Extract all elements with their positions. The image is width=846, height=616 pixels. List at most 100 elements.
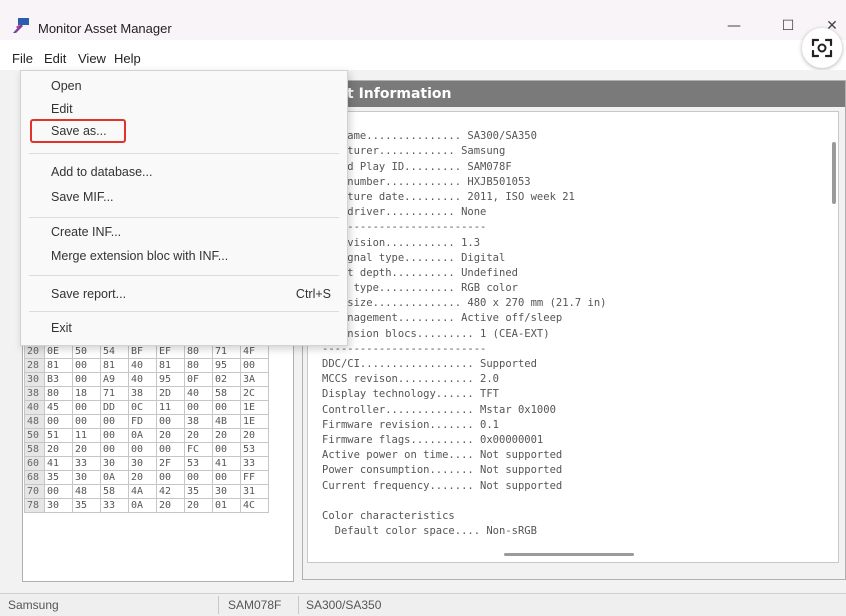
hex-byte: 00	[184, 400, 213, 415]
menu-item-open[interactable]: Open	[51, 79, 82, 93]
info-line	[322, 494, 606, 509]
hex-byte: 00	[212, 442, 241, 457]
hex-byte: BF	[128, 344, 157, 359]
hex-byte: 00	[44, 414, 73, 429]
horizontal-scrollbar[interactable]	[504, 553, 634, 556]
hex-byte: 33	[72, 456, 101, 471]
hex-byte: 00	[156, 470, 185, 485]
hex-byte: 2D	[156, 386, 185, 401]
menu-separator	[29, 275, 339, 276]
hex-byte: 58	[212, 386, 241, 401]
hex-byte: 20	[72, 442, 101, 457]
hex-byte: FC	[184, 442, 213, 457]
menu-edit[interactable]: Edit	[44, 51, 66, 66]
hex-offset: 40	[24, 400, 45, 415]
monitor-app-icon	[13, 18, 29, 33]
hex-byte: 48	[72, 484, 101, 499]
info-line: Active power on time.... Not supported	[322, 449, 563, 462]
minimize-button[interactable]: —	[716, 12, 752, 40]
hex-byte: 40	[128, 358, 157, 373]
menu-item-save-report[interactable]: Save report...	[51, 287, 126, 301]
menu-item-create-inf[interactable]: Create INF...	[51, 225, 121, 239]
hex-byte: 0C	[128, 400, 157, 415]
hex-byte: 30	[128, 456, 157, 471]
info-line: Controller.............. Mstar 0x1000	[322, 403, 556, 416]
maximize-button[interactable]: ☐	[770, 12, 806, 40]
title-bar: Monitor Asset Manager — ☐ ✕	[0, 0, 846, 40]
hex-byte: 45	[44, 400, 73, 415]
hex-byte: 00	[156, 442, 185, 457]
hex-byte: 51	[44, 428, 73, 443]
hex-row: 38 80 18 71 38 2D 40 58 2C	[24, 386, 269, 401]
hex-byte: 00	[128, 442, 157, 457]
menu-item-edit[interactable]: Edit	[51, 102, 73, 116]
edid-hex-table: 20 0E 50 54 BF EF 80 71 4F 28 81 00 81 40 81 80 95 00 30 B3…	[24, 344, 269, 513]
menu-item-exit[interactable]: Exit	[51, 321, 72, 335]
menu-help[interactable]: Help	[114, 51, 141, 66]
hex-byte: 0A	[128, 428, 157, 443]
file-menu-dropdown: Open Edit Save as... Add to database... …	[20, 70, 348, 346]
hex-row: 28 81 00 81 40 81 80 95 00	[24, 358, 269, 373]
hex-offset: 58	[24, 442, 45, 457]
hex-byte: 11	[72, 428, 101, 443]
info-line: el name............... SA300/SA350	[322, 130, 537, 143]
info-line: or	[322, 114, 606, 129]
info-line: r bit depth.......... Undefined	[322, 266, 518, 279]
hex-byte: 71	[212, 344, 241, 359]
hex-row: 60 41 33 30 30 2F 53 41 33	[24, 456, 269, 471]
hex-byte: 20	[44, 442, 73, 457]
menu-item-add-to-database[interactable]: Add to database...	[51, 165, 152, 179]
hex-row: 58 20 20 00 00 00 FC 00 53	[24, 442, 269, 457]
hex-byte: 41	[212, 456, 241, 471]
menu-bar: File Edit View Help	[0, 48, 846, 70]
menu-separator	[29, 217, 339, 218]
hex-byte: 4C	[240, 498, 269, 513]
info-panel-content[interactable]: orel name............... SA300/SA350 ufac…	[307, 111, 839, 563]
hex-byte: 30	[100, 456, 129, 471]
hex-byte: 54	[100, 344, 129, 359]
menu-separator	[29, 153, 339, 154]
hex-byte: 80	[44, 386, 73, 401]
menu-item-merge-extension[interactable]: Merge extension bloc with INF...	[51, 249, 228, 263]
hex-row: 30 B3 00 A9 40 95 0F 02 3A	[24, 372, 269, 387]
hex-byte: 00	[44, 484, 73, 499]
hex-byte: 20	[128, 470, 157, 485]
hex-byte: FF	[240, 470, 269, 485]
hex-byte: 00	[100, 442, 129, 457]
hex-byte: 01	[212, 498, 241, 513]
hex-byte: EF	[156, 344, 185, 359]
vertical-scrollbar[interactable]	[832, 142, 836, 204]
status-bar: Samsung SAM078F SA300/SA350	[0, 593, 846, 616]
hex-byte: 33	[240, 456, 269, 471]
hex-offset: 30	[24, 372, 45, 387]
hex-byte: 80	[184, 358, 213, 373]
hex-offset: 70	[24, 484, 45, 499]
hex-offset: 48	[24, 414, 45, 429]
hex-byte: 53	[184, 456, 213, 471]
hex-byte: 02	[212, 372, 241, 387]
menu-view[interactable]: View	[78, 51, 106, 66]
hex-byte: 00	[212, 400, 241, 415]
info-line: --------------------------	[322, 342, 487, 355]
hex-byte: 0F	[184, 372, 213, 387]
info-panel-title: t Information	[347, 86, 452, 102]
hex-byte: 95	[212, 358, 241, 373]
hex-byte: 38	[184, 414, 213, 429]
menu-file[interactable]: File	[12, 51, 33, 66]
hex-byte: 4B	[212, 414, 241, 429]
hex-byte: 35	[72, 498, 101, 513]
hex-byte: 0A	[100, 470, 129, 485]
hex-row: 40 45 00 DD 0C 11 00 00 1E	[24, 400, 269, 415]
hex-byte: 42	[156, 484, 185, 499]
info-line: r management......... Active off/sleep	[322, 312, 563, 325]
info-line: play type............ RGB color	[322, 282, 518, 295]
hex-row: 68 35 30 0A 20 00 00 00 FF	[24, 470, 269, 485]
menu-item-save-mif[interactable]: Save MIF...	[51, 190, 114, 204]
hex-byte: 20	[184, 428, 213, 443]
hex-byte: 1E	[240, 414, 269, 429]
menu-item-save-as[interactable]: Save as...	[51, 124, 107, 138]
hex-byte: 00	[212, 470, 241, 485]
hex-byte: 00	[156, 414, 185, 429]
info-line: Firmware revision....... 0.1	[322, 418, 500, 431]
info-line: g and Play ID......... SAM078F	[322, 160, 512, 173]
